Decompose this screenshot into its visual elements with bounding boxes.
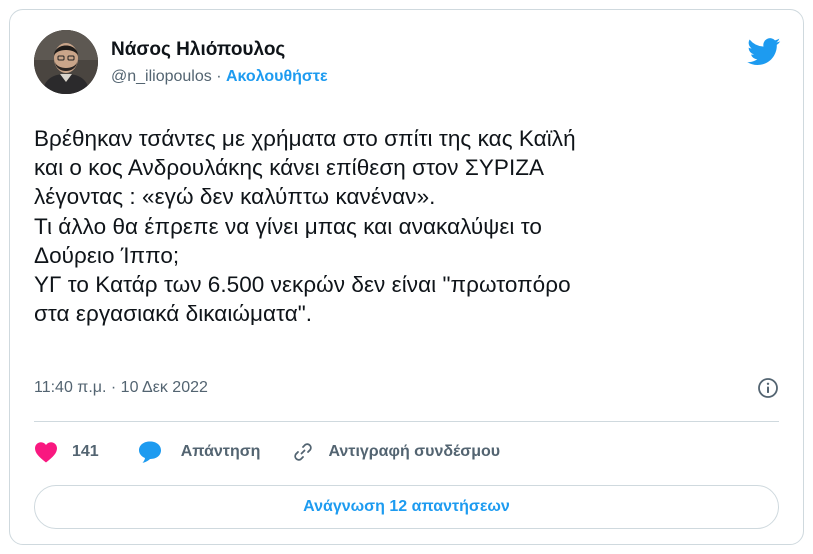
copy-link-label: Αντιγραφή συνδέσμου	[328, 443, 501, 460]
copy-link-button[interactable]: Αντιγραφή συνδέσμου	[292, 441, 500, 463]
link-icon	[294, 443, 313, 461]
read-replies-button[interactable]: Ανάγνωση 12 απαντήσεων	[34, 485, 779, 529]
follow-link[interactable]: Ακολουθήστε	[226, 68, 328, 85]
action-bar: 141 Απάντηση Αντιγραφή συνδέσμου	[34, 437, 500, 467]
avatar[interactable]	[34, 30, 98, 94]
tweet-card: Νάσος Ηλιόπουλος @n_iliopoulos · Ακολουθ…	[9, 9, 804, 545]
like-count: 141	[72, 443, 99, 460]
author-handle[interactable]: @n_iliopoulos	[111, 68, 212, 85]
read-replies-label: Ανάγνωση 12 απαντήσεων	[303, 498, 510, 515]
reply-button[interactable]: Απάντηση	[137, 440, 261, 464]
info-icon[interactable]	[757, 377, 779, 399]
twitter-bird-icon[interactable]	[747, 38, 781, 66]
divider	[34, 421, 779, 422]
tweet-text: Βρέθηκαν τσάντες με χρήματα στο σπίτι τη…	[34, 126, 576, 327]
like-button[interactable]: 141	[34, 441, 99, 463]
separator-dot: ·	[216, 68, 222, 85]
tweet-timestamp[interactable]: 11:40 π.μ. · 10 Δεκ 2022	[34, 379, 208, 397]
avatar-photo	[34, 30, 98, 94]
author-handle-line: @n_iliopoulos · Ακολουθήστε	[111, 67, 328, 87]
reply-label: Απάντηση	[180, 443, 261, 460]
heart-icon	[35, 442, 57, 463]
speech-bubble-icon	[138, 441, 161, 463]
author-block: Νάσος Ηλιόπουλος @n_iliopoulos · Ακολουθ…	[111, 38, 328, 87]
author-display-name[interactable]: Νάσος Ηλιόπουλος	[111, 38, 328, 62]
